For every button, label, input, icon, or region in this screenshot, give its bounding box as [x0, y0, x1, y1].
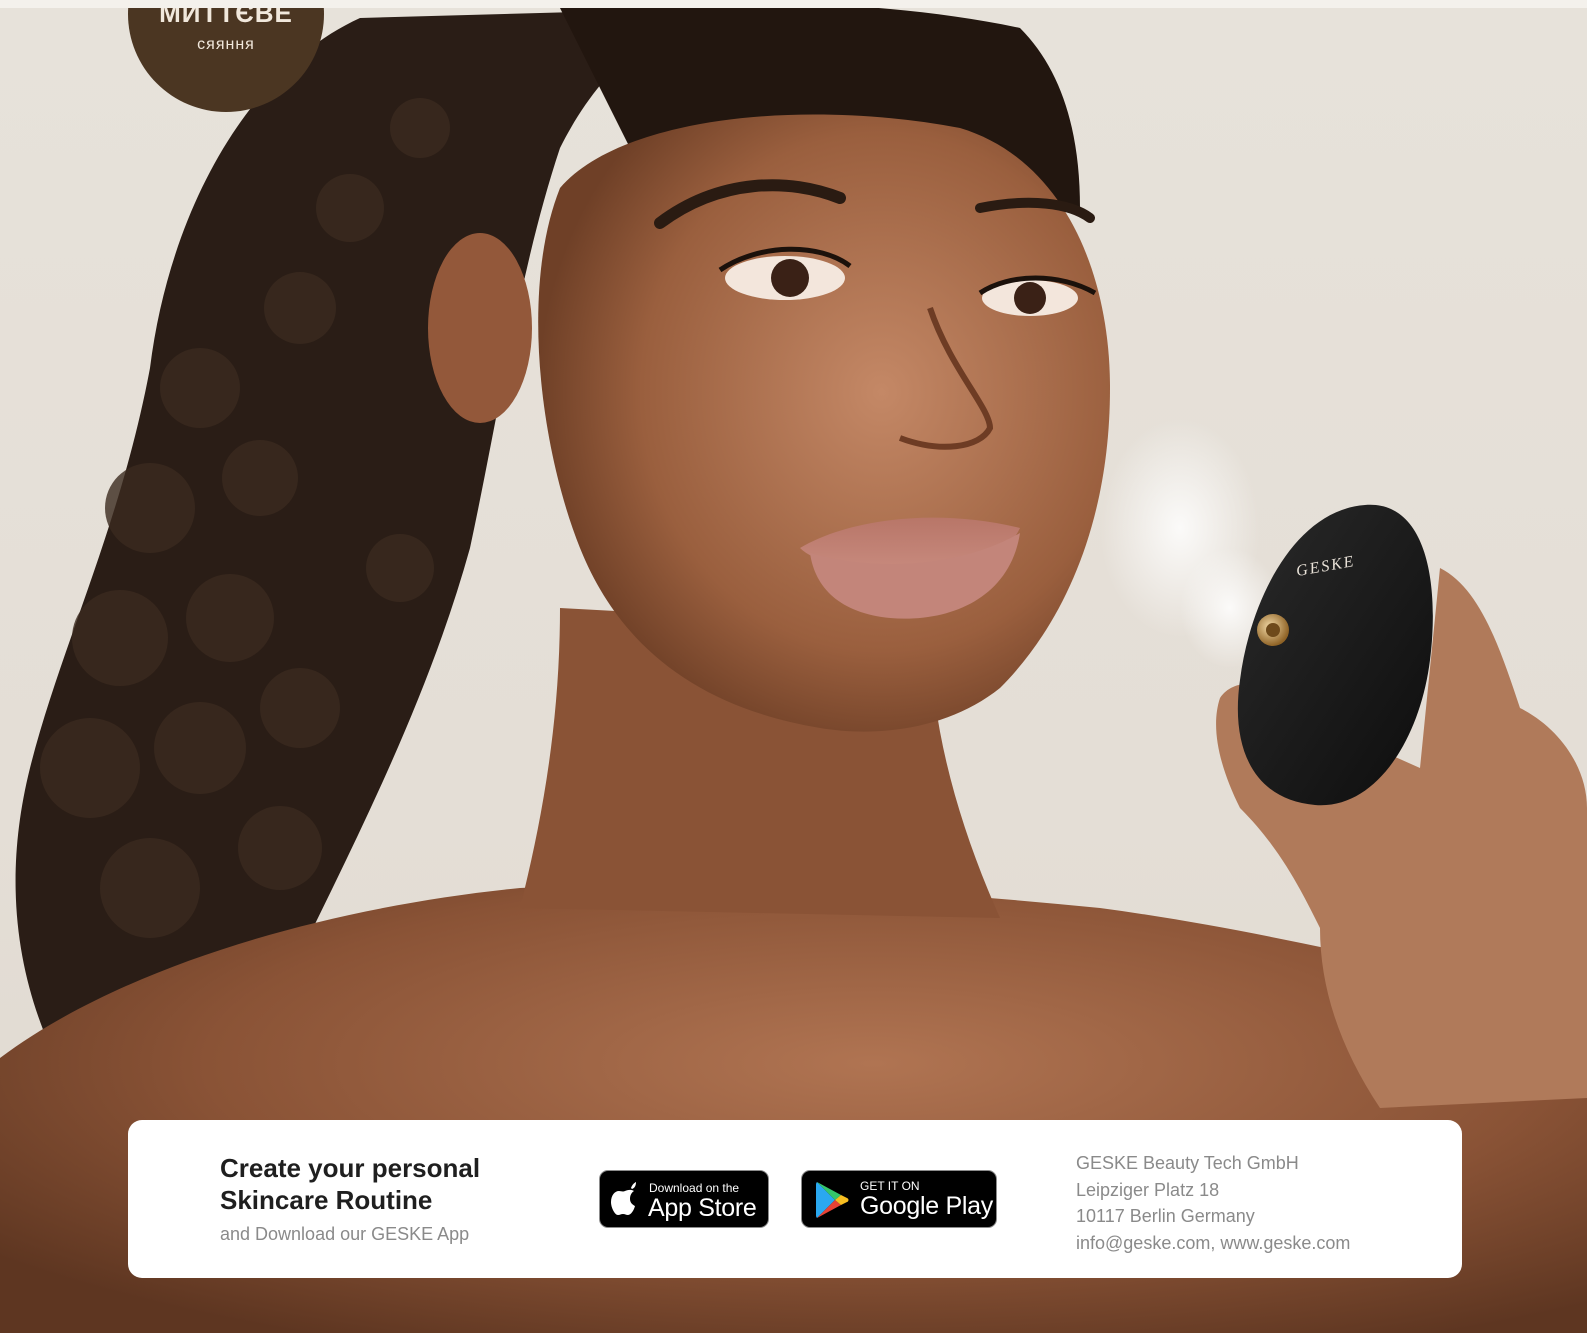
- badge-title: МИТТЄВЕ: [159, 8, 293, 28]
- google-play-big-label: Google Play: [860, 1192, 993, 1220]
- google-play-button[interactable]: GET IT ON Google Play: [801, 1170, 997, 1228]
- app-store-small-label: Download on the: [649, 1181, 740, 1195]
- google-play-small-label: GET IT ON: [860, 1179, 920, 1193]
- apple-logo-icon: [610, 1182, 640, 1221]
- app-store-button[interactable]: Download on the App Store: [599, 1170, 769, 1228]
- company-name: GESKE Beauty Tech GmbH: [1076, 1153, 1299, 1173]
- app-promo-card: Create your personal Skincare Routine an…: [128, 1120, 1462, 1278]
- promo-subtitle: and Download our GESKE App: [220, 1224, 470, 1244]
- app-store-big-label: App Store: [648, 1194, 757, 1222]
- company-contact[interactable]: info@geske.com, www.geske.com: [1076, 1230, 1350, 1257]
- google-play-icon: [815, 1181, 849, 1224]
- company-info: GESKE Beauty Tech GmbH Leipziger Platz 1…: [1076, 1150, 1350, 1256]
- company-street: Leipziger Platz 18: [1076, 1179, 1220, 1200]
- promo-title: Create your personal Skincare Routine: [220, 1153, 481, 1215]
- company-city: 10117 Berlin Germany: [1076, 1206, 1255, 1226]
- facial-device-image: [1237, 504, 1433, 806]
- badge-subtitle: сяяння: [197, 36, 255, 53]
